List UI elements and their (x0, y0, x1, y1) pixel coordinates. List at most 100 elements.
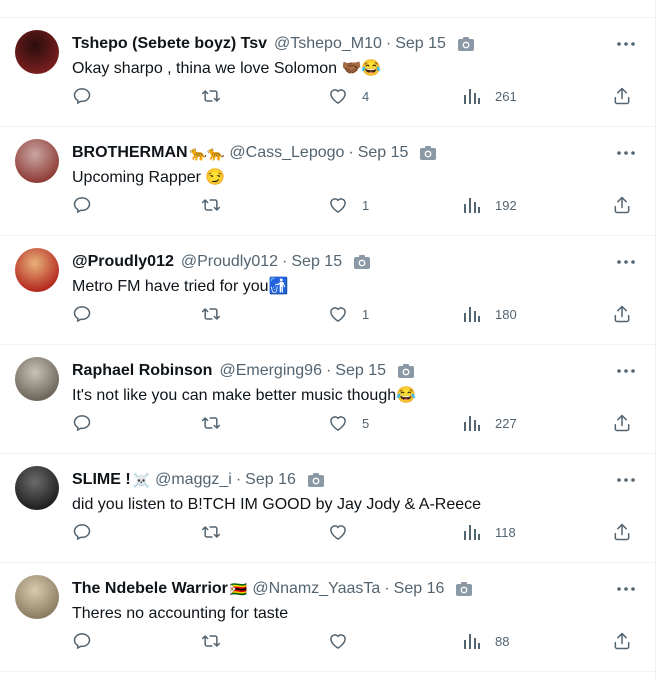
share-icon (612, 631, 632, 651)
tweet[interactable]: Tshepo (Sebete boyz) Tsv @Tshepo_M10 · S… (0, 18, 655, 127)
share-button[interactable] (612, 84, 632, 108)
retweet-button[interactable] (200, 629, 222, 653)
tweet-header: SLIME ! ☠️ @maggz_i · Sep 16 (72, 470, 325, 490)
tweet-header: @Proudly012 @Proudly012 · Sep 15 (72, 252, 371, 272)
display-name[interactable]: Raphael Robinson (72, 361, 212, 381)
retweet-button[interactable] (200, 411, 222, 435)
avatar[interactable] (15, 248, 59, 292)
like-button[interactable] (328, 520, 362, 544)
tweet[interactable]: BROTHERMAN 🐆🐆 @Cass_Lepogo · Sep 15 Upco… (0, 127, 655, 236)
reply-icon (72, 304, 92, 324)
separator-dot: · (325, 362, 332, 379)
avatar[interactable] (15, 139, 59, 183)
user-handle[interactable]: @maggz_i (155, 470, 232, 490)
reply-button[interactable] (72, 302, 92, 326)
tweet-date[interactable]: Sep 15 (395, 34, 446, 54)
more-icon[interactable] (615, 361, 637, 381)
display-name[interactable]: Tshepo (Sebete boyz) Tsv (72, 34, 267, 54)
views-icon (463, 196, 481, 214)
tweet[interactable]: The Ndebele Warrior 🇿🇼 @Nnamz_YaasTa · S… (0, 563, 655, 672)
reply-button[interactable] (72, 84, 92, 108)
views-button[interactable]: 118 (463, 520, 516, 544)
retweet-button[interactable] (200, 302, 222, 326)
more-icon[interactable] (615, 252, 637, 272)
view-count: 227 (495, 415, 517, 431)
user-handle[interactable]: @Nnamz_YaasTa (252, 579, 380, 599)
retweet-icon (200, 195, 222, 215)
display-name[interactable]: BROTHERMAN (72, 143, 188, 163)
share-button[interactable] (612, 302, 632, 326)
retweet-icon (200, 631, 222, 651)
views-icon (463, 414, 481, 432)
reply-icon (72, 195, 92, 215)
tweet[interactable]: SLIME ! ☠️ @maggz_i · Sep 16 did you lis (0, 454, 655, 563)
like-button[interactable]: 5 (328, 411, 369, 435)
tweet-list: Tshepo (Sebete boyz) Tsv @Tshepo_M10 · S… (0, 18, 655, 672)
retweet-button[interactable] (200, 520, 222, 544)
tweet-actions: 1 192 (0, 193, 655, 217)
share-button[interactable] (612, 193, 632, 217)
like-count: 1 (362, 197, 370, 213)
more-icon[interactable] (615, 470, 637, 490)
share-button[interactable] (612, 520, 632, 544)
avatar[interactable] (15, 30, 59, 74)
separator-dot: · (235, 471, 242, 488)
tweet-actions: 4 261 (0, 84, 655, 108)
tweet-header: Tshepo (Sebete boyz) Tsv @Tshepo_M10 · S… (72, 34, 475, 54)
views-icon (463, 305, 481, 323)
more-icon[interactable] (615, 143, 637, 163)
retweet-icon (200, 522, 222, 542)
views-icon (463, 523, 481, 541)
like-button[interactable] (328, 629, 362, 653)
reply-button[interactable] (72, 411, 92, 435)
reply-icon (72, 413, 92, 433)
reply-button[interactable] (72, 193, 92, 217)
like-button[interactable]: 1 (328, 193, 369, 217)
share-icon (612, 522, 632, 542)
retweet-button[interactable] (200, 84, 222, 108)
views-button[interactable]: 261 (463, 84, 517, 108)
display-name[interactable]: SLIME ! (72, 470, 131, 490)
like-icon (328, 195, 348, 215)
more-icon[interactable] (615, 579, 637, 599)
user-handle[interactable]: @Cass_Lepogo (229, 143, 344, 163)
user-handle[interactable]: @Emerging96 (219, 361, 322, 381)
like-count: 4 (362, 88, 370, 104)
reply-button[interactable] (72, 629, 92, 653)
tweet-date[interactable]: Sep 16 (394, 579, 445, 599)
more-icon[interactable] (615, 34, 637, 54)
display-name[interactable]: The Ndebele Warrior (72, 579, 228, 599)
share-button[interactable] (612, 411, 632, 435)
avatar[interactable] (15, 357, 59, 401)
views-button[interactable]: 192 (463, 193, 517, 217)
like-button[interactable]: 4 (328, 84, 369, 108)
avatar[interactable] (15, 466, 59, 510)
camera-icon (457, 36, 475, 52)
reply-button[interactable] (72, 520, 92, 544)
views-button[interactable]: 180 (463, 302, 517, 326)
views-button[interactable]: 88 (463, 629, 509, 653)
like-icon (328, 304, 348, 324)
views-button[interactable]: 227 (463, 411, 517, 435)
tweet[interactable]: @Proudly012 @Proudly012 · Sep 15 Metro F… (0, 236, 655, 345)
camera-icon (307, 472, 325, 488)
tweet-date[interactable]: Sep 16 (245, 470, 296, 490)
user-handle[interactable]: @Tshepo_M10 (274, 34, 382, 54)
tweet-date[interactable]: Sep 15 (335, 361, 386, 381)
user-handle[interactable]: @Proudly012 (181, 252, 278, 272)
tweet-date[interactable]: Sep 15 (291, 252, 342, 272)
reply-icon (72, 631, 92, 651)
display-name[interactable]: @Proudly012 (72, 252, 174, 272)
feed-top-divider (0, 0, 655, 18)
tweet[interactable]: Raphael Robinson @Emerging96 · Sep 15 It… (0, 345, 655, 454)
reply-icon (72, 86, 92, 106)
tweet-actions: 5 227 (0, 411, 655, 435)
tweet-text: Okay sharpo , thina we love Solomon 🤝🏾😂 (72, 60, 382, 77)
tweet-actions: 88 (0, 629, 655, 653)
retweet-button[interactable] (200, 193, 222, 217)
avatar[interactable] (15, 575, 59, 619)
tweet-date[interactable]: Sep 15 (358, 143, 409, 163)
like-button[interactable]: 1 (328, 302, 369, 326)
share-button[interactable] (612, 629, 632, 653)
view-count: 118 (495, 524, 516, 540)
